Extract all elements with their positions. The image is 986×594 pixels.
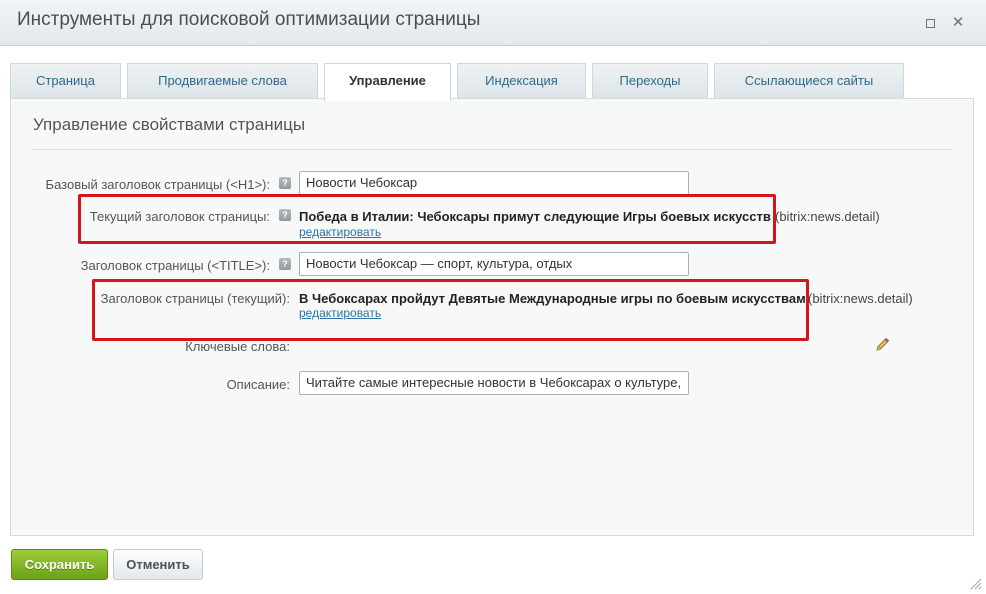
h1-label: Базовый заголовок страницы (<H1>):: [45, 177, 270, 192]
section-title: Управление свойствами страницы: [33, 115, 306, 134]
tab-page[interactable]: Страница: [10, 63, 121, 99]
title-input[interactable]: Новости Чебоксар — спорт, культура, отды…: [299, 252, 689, 276]
keywords-label: Ключевые слова:: [185, 339, 290, 354]
tab-promoted-words[interactable]: Продвигаемые слова: [127, 63, 318, 99]
help-icon[interactable]: ?: [279, 258, 291, 270]
current-title-component: (bitrix:news.detail): [808, 291, 913, 306]
h1-input[interactable]: Новости Чебоксар: [299, 171, 689, 195]
tab-management[interactable]: Управление: [324, 63, 451, 101]
pencil-icon[interactable]: [874, 337, 890, 353]
help-icon[interactable]: ?: [279, 177, 291, 189]
current-h1-component: (bitrix:news.detail): [775, 209, 880, 224]
tab-transitions[interactable]: Переходы: [592, 63, 708, 99]
maximize-icon[interactable]: [921, 14, 939, 32]
section-divider: [32, 149, 952, 150]
cancel-button[interactable]: Отменить: [113, 549, 203, 580]
tab-referring-sites[interactable]: Ссылающиеся сайты: [714, 63, 904, 99]
description-input[interactable]: Читайте самые интересные новости в Чебок…: [299, 371, 689, 395]
resize-handle-icon[interactable]: [968, 576, 982, 590]
close-icon[interactable]: ✕: [949, 14, 967, 32]
window-title: Инструменты для поисковой оптимизации ст…: [17, 9, 481, 30]
save-button[interactable]: Сохранить: [11, 549, 108, 580]
title-label: Заголовок страницы (<TITLE>):: [80, 258, 270, 273]
window-titlebar: Инструменты для поисковой оптимизации ст…: [0, 0, 986, 46]
tab-indexing[interactable]: Индексация: [457, 63, 586, 99]
highlight-box: [92, 279, 809, 341]
description-label: Описание:: [226, 377, 290, 392]
highlight-box: [78, 194, 776, 244]
